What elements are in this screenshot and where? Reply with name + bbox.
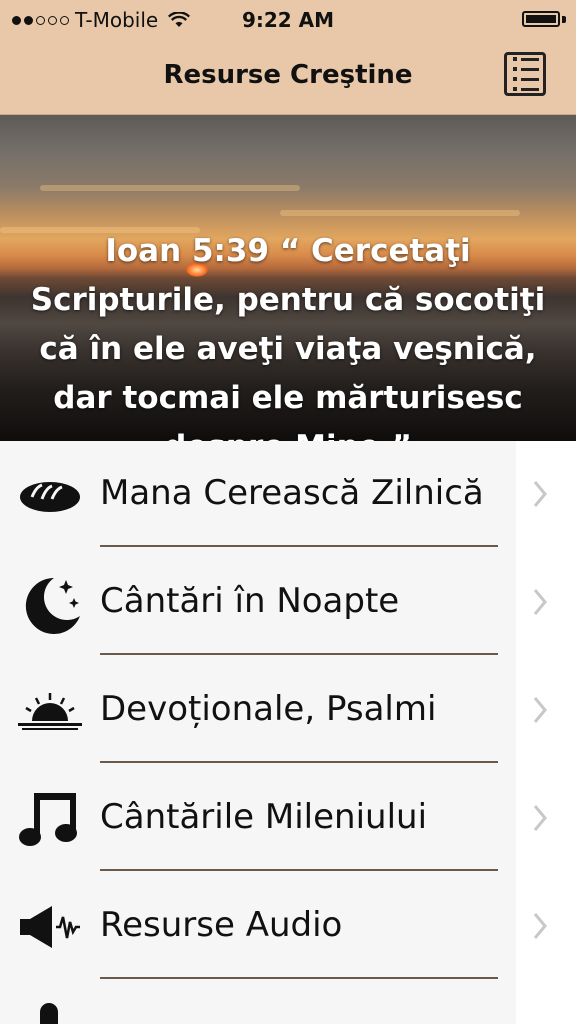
hero-banner: Ioan 5:39 “ Cercetaţi Scripturile, pentr… <box>0 115 576 441</box>
list-item-label: Resurse Audio <box>100 905 343 945</box>
microphone-icon <box>40 1003 58 1024</box>
list-item-cantarile-mileniului[interactable]: Cântările Mileniului <box>0 765 576 873</box>
music-note-icon <box>18 791 82 847</box>
list-item-label: Devoționale, Psalmi <box>100 689 437 729</box>
sunrise-icon <box>18 683 82 739</box>
battery-cap <box>562 16 566 23</box>
list-icon[interactable] <box>504 52 546 96</box>
list-item-label: Cântările Mileniului <box>100 797 428 837</box>
list-item-label: Mana Cerească Zilnică <box>100 473 484 513</box>
bible-verse: Ioan 5:39 “ Cercetaţi Scripturile, pentr… <box>30 233 546 441</box>
cloud-streak <box>280 210 520 216</box>
bread-icon <box>18 467 82 523</box>
battery-icon <box>522 11 560 27</box>
menu-list: Mana Cerească Zilnică Cântări în Noapte <box>0 441 576 1024</box>
status-bar: T-Mobile 9:22 AM <box>0 0 576 40</box>
chevron-right-icon <box>533 913 547 939</box>
chevron-right-icon <box>533 481 547 507</box>
list-item-resurse-audio[interactable]: Resurse Audio <box>0 873 576 981</box>
divider <box>100 653 498 655</box>
divider <box>100 761 498 763</box>
speaker-icon <box>18 899 82 955</box>
cloud-streak <box>40 185 300 191</box>
chevron-right-icon <box>533 589 547 615</box>
divider <box>100 977 498 979</box>
page-title: Resurse Creştine <box>163 60 413 90</box>
divider <box>100 545 498 547</box>
list-item-devotionale[interactable]: Devoționale, Psalmi <box>0 657 576 765</box>
chevron-right-icon <box>533 805 547 831</box>
status-time: 9:22 AM <box>241 8 335 32</box>
list-item-mana-cereasca[interactable]: Mana Cerească Zilnică <box>0 441 576 549</box>
navigation-bar: Resurse Creştine <box>0 40 576 115</box>
list-item-label: Cântări în Noapte <box>100 581 400 621</box>
chevron-right-icon <box>533 697 547 723</box>
moon-stars-icon <box>18 575 82 634</box>
divider <box>100 869 498 871</box>
list-item-partial[interactable] <box>0 981 576 1024</box>
list-item-cantari-in-noapte[interactable]: Cântări în Noapte <box>0 549 576 657</box>
